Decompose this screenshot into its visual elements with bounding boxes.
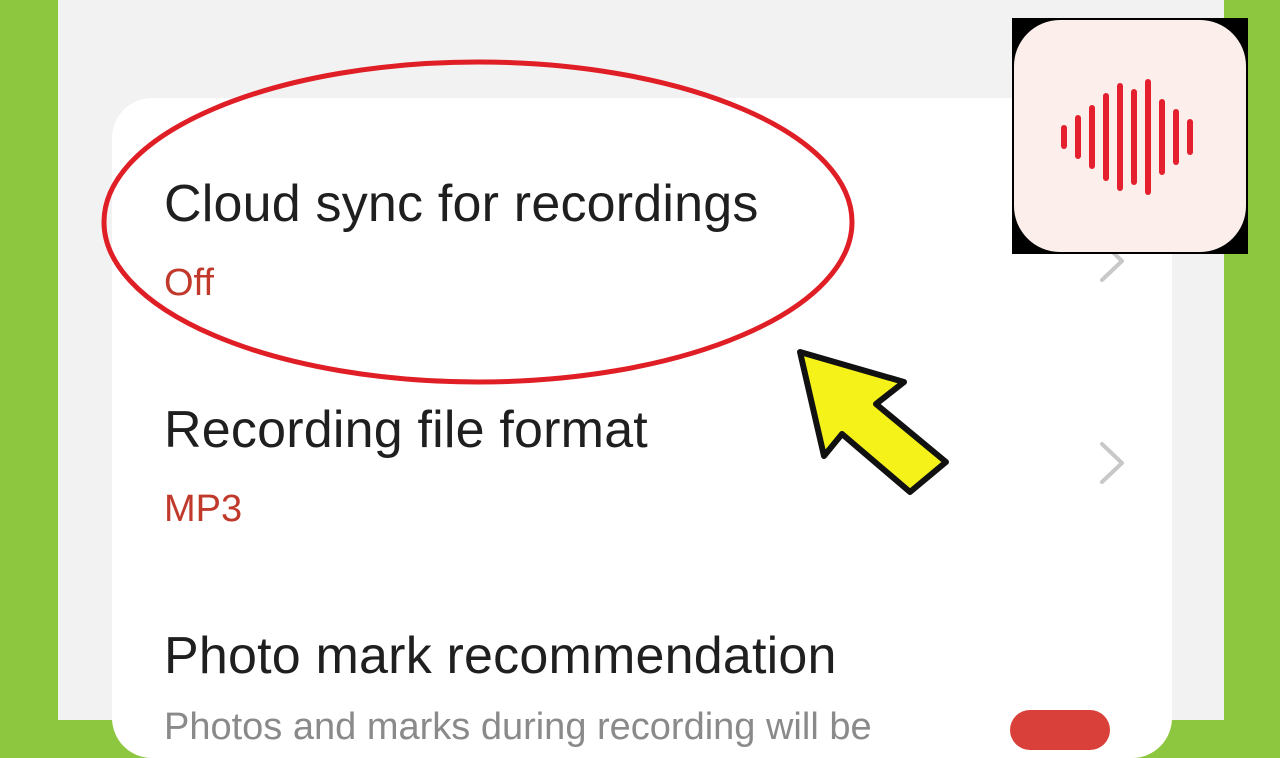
thumbnail-canvas: Cloud sync for recordings Off Recording …	[0, 0, 1280, 758]
setting-recording-file-format[interactable]: Recording file format MP3	[112, 380, 1172, 570]
sound-recorder-app-icon	[1014, 20, 1246, 252]
setting-description: Photos and marks during recording will b…	[164, 706, 872, 748]
photo-mark-toggle[interactable]	[1010, 710, 1110, 750]
setting-title: Recording file format	[164, 401, 648, 459]
setting-value: MP3	[164, 488, 243, 530]
setting-photo-mark-recommendation[interactable]: Photo mark recommendation Photos and mar…	[112, 610, 1172, 748]
chevron-right-icon	[1100, 442, 1124, 484]
setting-value: Off	[164, 262, 214, 304]
waveform-icon	[1061, 79, 1193, 195]
setting-title: Photo mark recommendation	[164, 627, 837, 685]
setting-title: Cloud sync for recordings	[164, 175, 759, 233]
